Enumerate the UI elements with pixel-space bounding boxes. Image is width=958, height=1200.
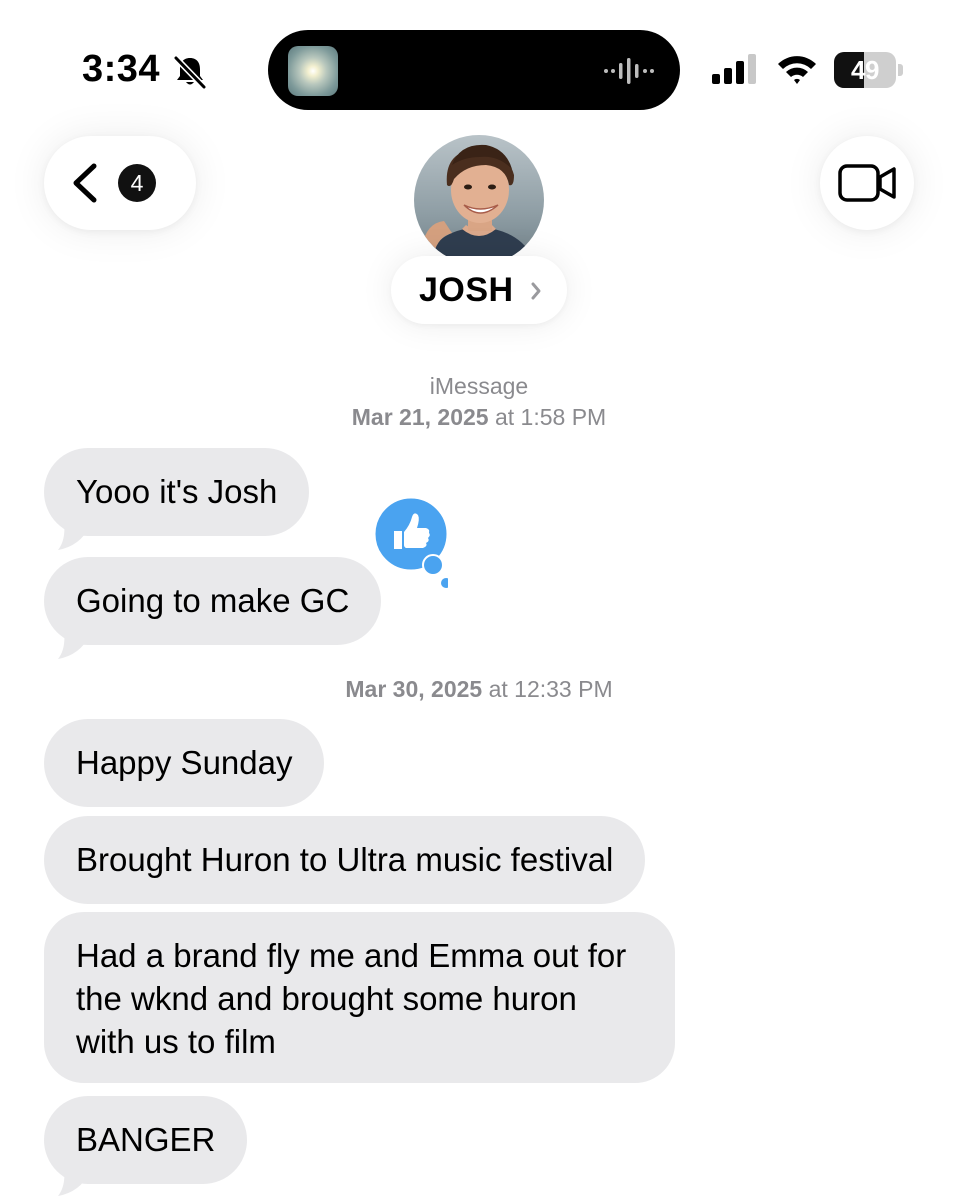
chevron-left-icon [73,163,97,203]
battery-level: 49 [851,55,879,85]
now-playing-artwork [288,46,338,96]
bell-slash-icon [173,55,207,90]
video-camera-icon [838,164,896,202]
wifi-icon [778,56,816,84]
timestamp-header: Mar 21, 2025 at 1:58 PM [0,404,958,431]
bubble-tail [58,522,90,550]
thumbs-up-reaction[interactable] [372,497,448,591]
message-bubble[interactable]: Happy Sunday [44,719,325,807]
facetime-video-button[interactable] [820,136,914,230]
status-time: 3:34 [82,48,161,90]
contact-avatar[interactable] [414,135,544,265]
timestamp-time: at 12:33 PM [488,676,613,702]
contact-name-pill[interactable]: JOSH [391,256,567,324]
timestamp-date: Mar 30, 2025 [345,676,483,702]
bubble-tail [58,1168,90,1196]
chevron-right-icon [531,282,541,300]
unread-count-badge: 4 [118,164,156,202]
back-button[interactable]: 4 [44,136,196,230]
timestamp-header: Mar 30, 2025 at 12:33 PM [0,676,958,703]
signal-icon [712,54,756,84]
bubble-tail [58,631,90,659]
dynamic-island[interactable] [268,30,680,110]
waveform-icon [604,58,654,84]
battery-indicator: 49 [834,52,904,88]
contact-name: JOSH [419,271,514,309]
timestamp-time: at 1:58 PM [494,404,607,430]
service-label: iMessage [429,373,529,399]
message-bubble[interactable]: Brought Huron to Ultra music festival [44,816,646,904]
message-bubble[interactable]: Had a brand fly me and Emma out for the … [44,912,675,1083]
timestamp-date: Mar 21, 2025 [351,404,489,430]
